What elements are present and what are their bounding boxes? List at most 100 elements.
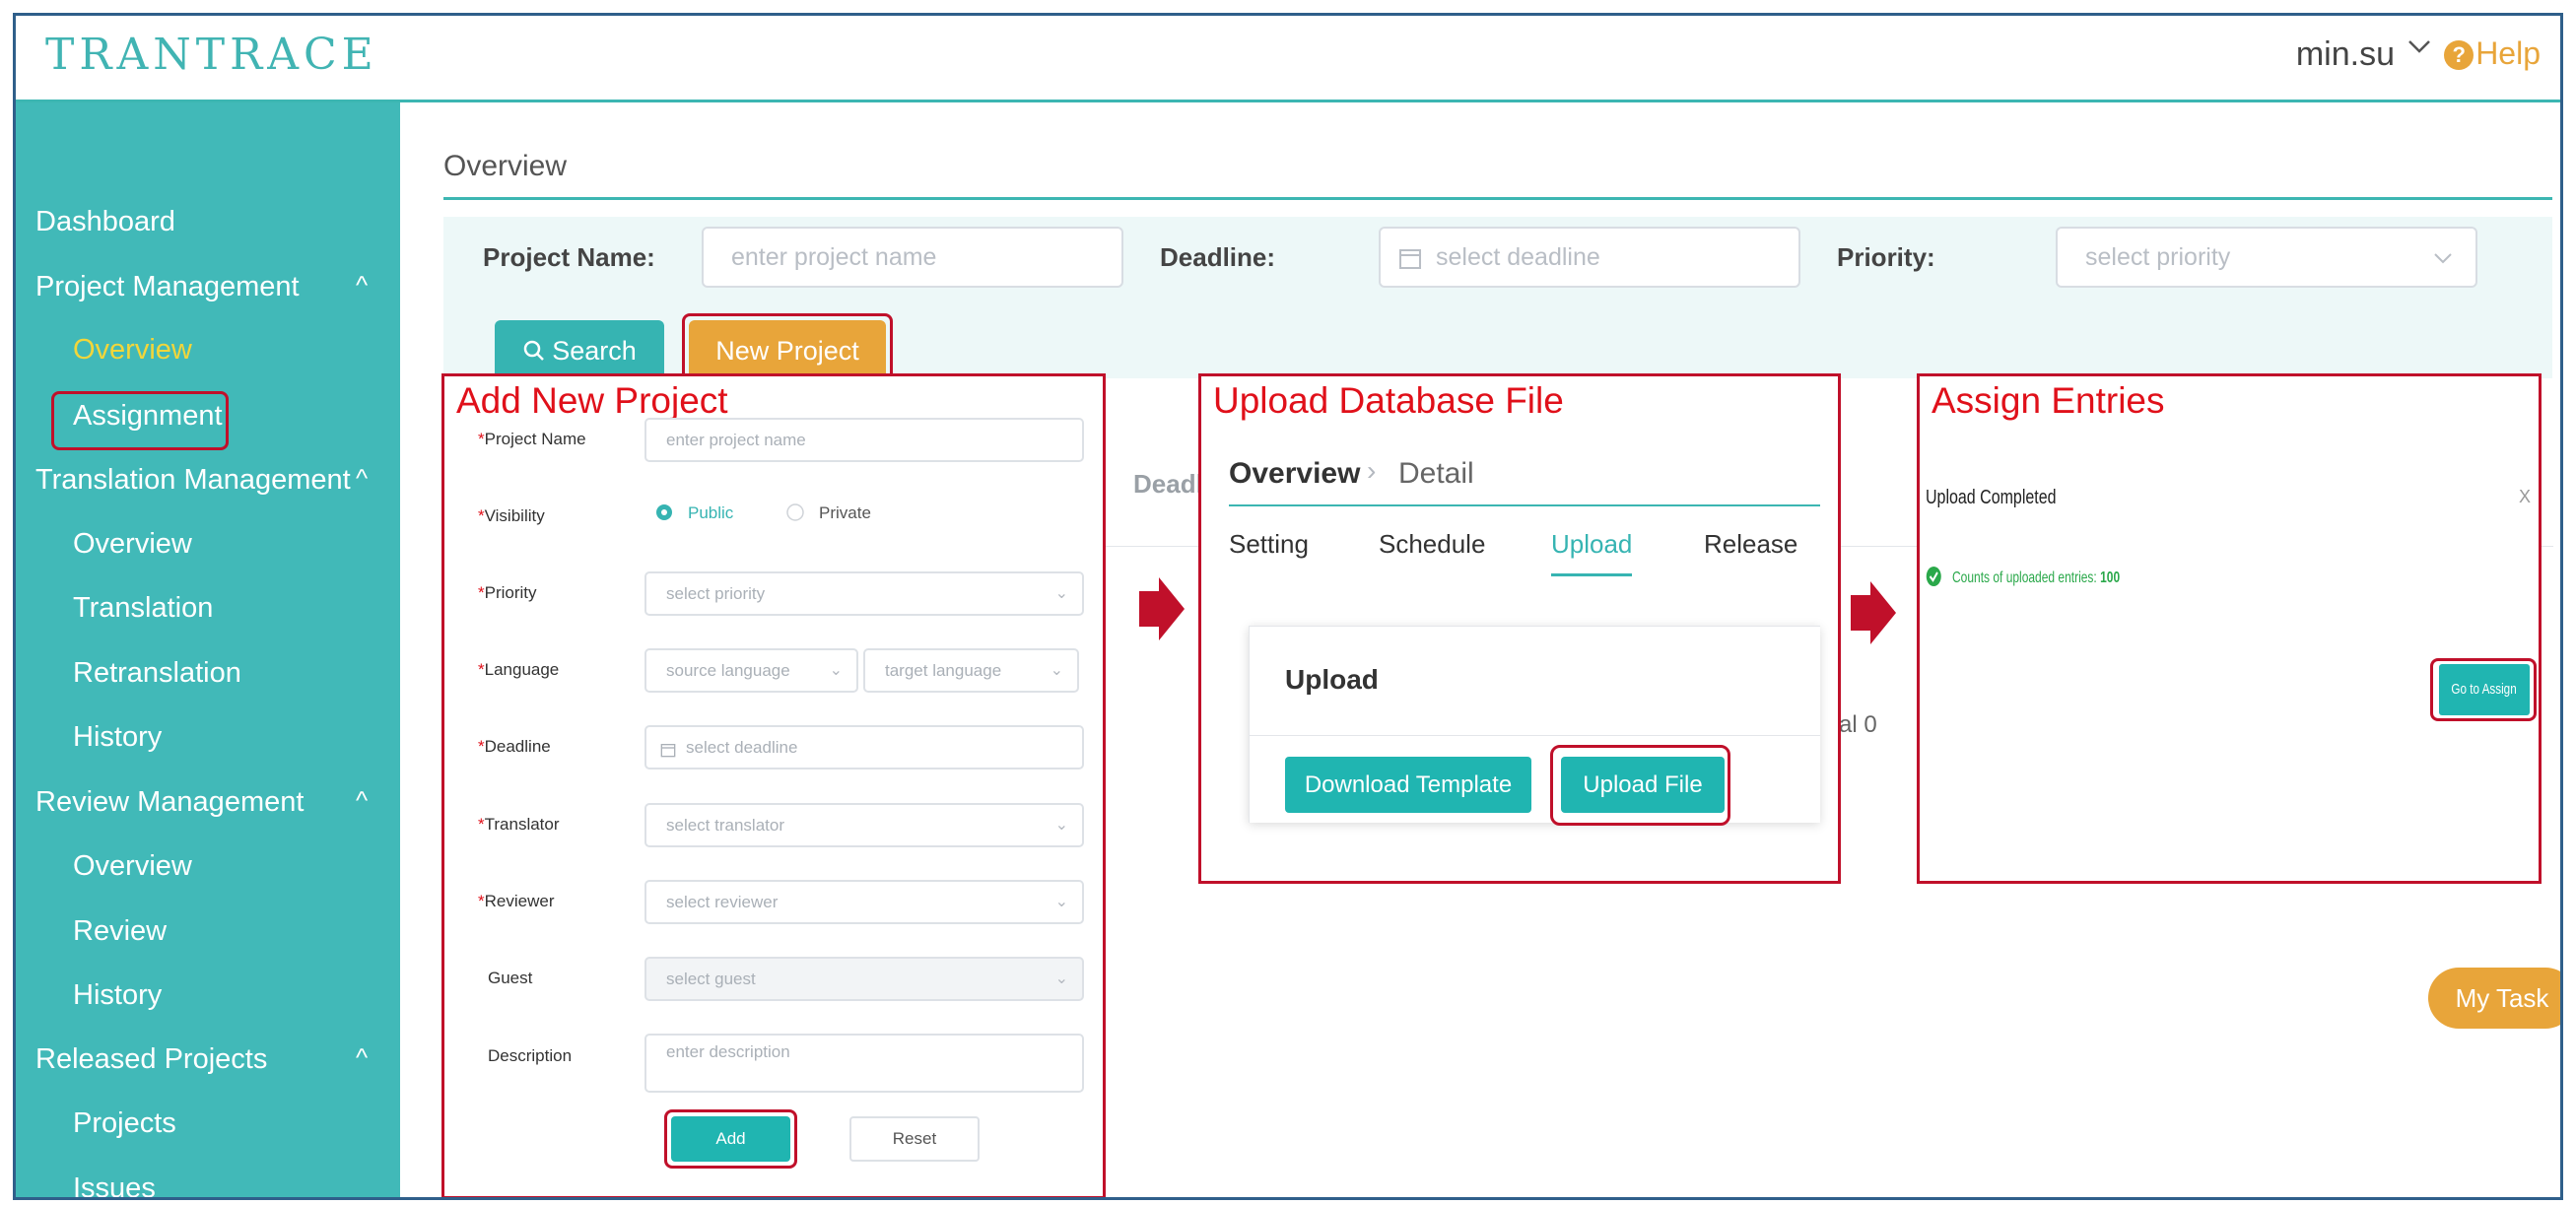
page-title: Overview — [443, 150, 568, 182]
form-label-description: Description — [488, 1046, 573, 1065]
card-title: Upload — [1285, 664, 1379, 695]
sidebar-group-review-management[interactable]: Review Management — [35, 786, 304, 819]
sidebar-item-translation-history[interactable]: History — [73, 721, 162, 754]
visibility-private-radio[interactable]: Private — [785, 502, 871, 523]
radio-checked-icon — [656, 504, 672, 520]
search-icon — [523, 340, 545, 361]
sidebar-item-review[interactable]: Review — [73, 915, 167, 948]
help-icon: ? — [2444, 40, 2474, 70]
pagination-total: al 0 — [1839, 711, 1877, 738]
app-logo[interactable]: TRANTRACE — [45, 30, 378, 80]
chevron-down-icon: ⌄ — [1054, 894, 1068, 910]
sidebar-item-translation[interactable]: Translation — [73, 592, 213, 625]
panel-title: Add New Project — [456, 380, 728, 421]
breadcrumb-detail: Detail — [1398, 457, 1474, 490]
sidebar-group-project-management[interactable]: Project Management — [35, 271, 300, 303]
dialog-title: Upload Completed — [1926, 487, 2057, 508]
search-button[interactable]: Search — [495, 320, 664, 381]
priority-select[interactable]: select priority — [2056, 227, 2477, 288]
sidebar-item-issues[interactable]: Issues — [73, 1172, 156, 1197]
reset-button[interactable]: Reset — [849, 1116, 980, 1162]
guest-select[interactable]: select guest ⌄ — [644, 957, 1084, 1001]
tab-upload[interactable]: Upload — [1551, 529, 1632, 560]
form-label-deadline: *Deadline — [478, 737, 551, 756]
new-project-button[interactable]: New Project — [689, 320, 886, 381]
deadline-input[interactable]: select deadline — [1379, 227, 1800, 288]
help-link[interactable]: ? Help — [2444, 35, 2541, 72]
form-label-project-name: *Project Name — [478, 430, 586, 448]
form-label-reviewer: *Reviewer — [478, 892, 555, 910]
chevron-down-icon: ⌄ — [1054, 971, 1068, 987]
sidebar-group-released-projects[interactable]: Released Projects — [35, 1043, 267, 1076]
upload-panel: Upload Database File Overview › Detail S… — [1198, 373, 1841, 884]
divider — [1250, 735, 1820, 736]
panel-title: Assign Entries — [1932, 380, 2165, 421]
form-label-translator: *Translator — [478, 815, 560, 834]
priority-select[interactable]: select priority ⌄ — [644, 571, 1084, 616]
reviewer-select[interactable]: select reviewer ⌄ — [644, 880, 1084, 924]
upload-file-button[interactable]: Upload File — [1561, 757, 1725, 813]
chevron-down-icon: ⌄ — [829, 662, 843, 679]
download-template-button[interactable]: Download Template — [1285, 757, 1531, 813]
user-name[interactable]: min.su — [2296, 35, 2395, 74]
add-project-panel: Add New Project *Project Name enter proj… — [441, 373, 1106, 1197]
top-header: TRANTRACE min.su ? Help — [16, 16, 2560, 102]
target-language-select[interactable]: target language ⌄ — [863, 648, 1079, 693]
close-icon[interactable]: X — [2519, 487, 2531, 507]
priority-label: Priority: — [1837, 242, 1935, 272]
form-label-visibility: *Visibility — [478, 506, 545, 525]
my-task-button[interactable]: My Task — [2428, 968, 2560, 1029]
form-label-language: *Language — [478, 660, 560, 679]
sidebar-item-translation-overview[interactable]: Overview — [73, 528, 192, 561]
chevron-up-icon[interactable]: ^ — [356, 270, 368, 301]
form-label-guest: Guest — [488, 969, 533, 987]
deadline-placeholder: select deadline — [1436, 243, 1600, 271]
search-button-label: Search — [552, 336, 637, 366]
go-to-assign-button[interactable]: Go to Assign — [2439, 664, 2530, 715]
project-name-label: Project Name: — [483, 242, 655, 272]
project-name-field[interactable]: enter project name — [644, 418, 1084, 462]
sidebar-item-dashboard[interactable]: Dashboard — [35, 206, 175, 238]
sidebar-item-retranslation[interactable]: Retranslation — [73, 657, 241, 690]
sidebar-item-assignment[interactable]: Assignment — [73, 400, 223, 433]
flow-arrow-icon — [1851, 581, 1896, 644]
chevron-down-icon: ⌄ — [1054, 817, 1068, 834]
upload-card: Upload Download Template Upload File — [1249, 626, 1820, 826]
divider — [443, 197, 2552, 200]
chevron-right-icon: › — [1367, 455, 1377, 486]
tab-release[interactable]: Release — [1704, 529, 1797, 560]
chevron-down-icon[interactable] — [2407, 33, 2432, 66]
source-language-select[interactable]: source language ⌄ — [644, 648, 858, 693]
translator-select[interactable]: select translator ⌄ — [644, 803, 1084, 847]
sidebar-item-review-history[interactable]: History — [73, 979, 162, 1012]
chevron-down-icon: ⌄ — [1050, 662, 1063, 679]
breadcrumb-overview[interactable]: Overview — [1229, 457, 1360, 491]
sidebar-item-projects[interactable]: Projects — [73, 1107, 176, 1140]
chevron-down-icon — [2432, 229, 2454, 286]
project-name-input[interactable]: enter project name — [702, 227, 1123, 288]
priority-placeholder: select priority — [2085, 243, 2231, 271]
tab-schedule[interactable]: Schedule — [1379, 529, 1485, 560]
upload-count-message: Counts of uploaded entries: 100 — [1926, 566, 2120, 587]
flow-arrow-icon — [1139, 577, 1185, 640]
help-label: Help — [2475, 35, 2541, 71]
tab-setting[interactable]: Setting — [1229, 529, 1309, 560]
sidebar-item-project-overview[interactable]: Overview — [73, 334, 192, 367]
chevron-up-icon[interactable]: ^ — [356, 1042, 368, 1073]
radio-unchecked-icon — [786, 503, 804, 521]
sidebar: Dashboard Project Management ^ Overview … — [16, 102, 400, 1197]
form-label-priority: *Priority — [478, 583, 537, 602]
active-tab-indicator — [1551, 573, 1632, 576]
deadline-field[interactable]: select deadline — [644, 725, 1084, 770]
calendar-icon — [1398, 229, 1422, 286]
sidebar-item-review-overview[interactable]: Overview — [73, 850, 192, 883]
sidebar-group-translation-management[interactable]: Translation Management — [35, 464, 351, 497]
chevron-up-icon[interactable]: ^ — [356, 463, 368, 494]
add-button[interactable]: Add — [671, 1116, 790, 1162]
app-frame: TRANTRACE min.su ? Help Dashboard Project… — [13, 13, 2563, 1200]
assign-panel: Assign Entries Upload Completed X Counts… — [1917, 373, 2542, 884]
calendar-icon — [660, 728, 676, 769]
chevron-up-icon[interactable]: ^ — [356, 785, 368, 816]
visibility-public-radio[interactable]: Public — [654, 502, 733, 523]
description-textarea[interactable]: enter description — [644, 1034, 1084, 1093]
